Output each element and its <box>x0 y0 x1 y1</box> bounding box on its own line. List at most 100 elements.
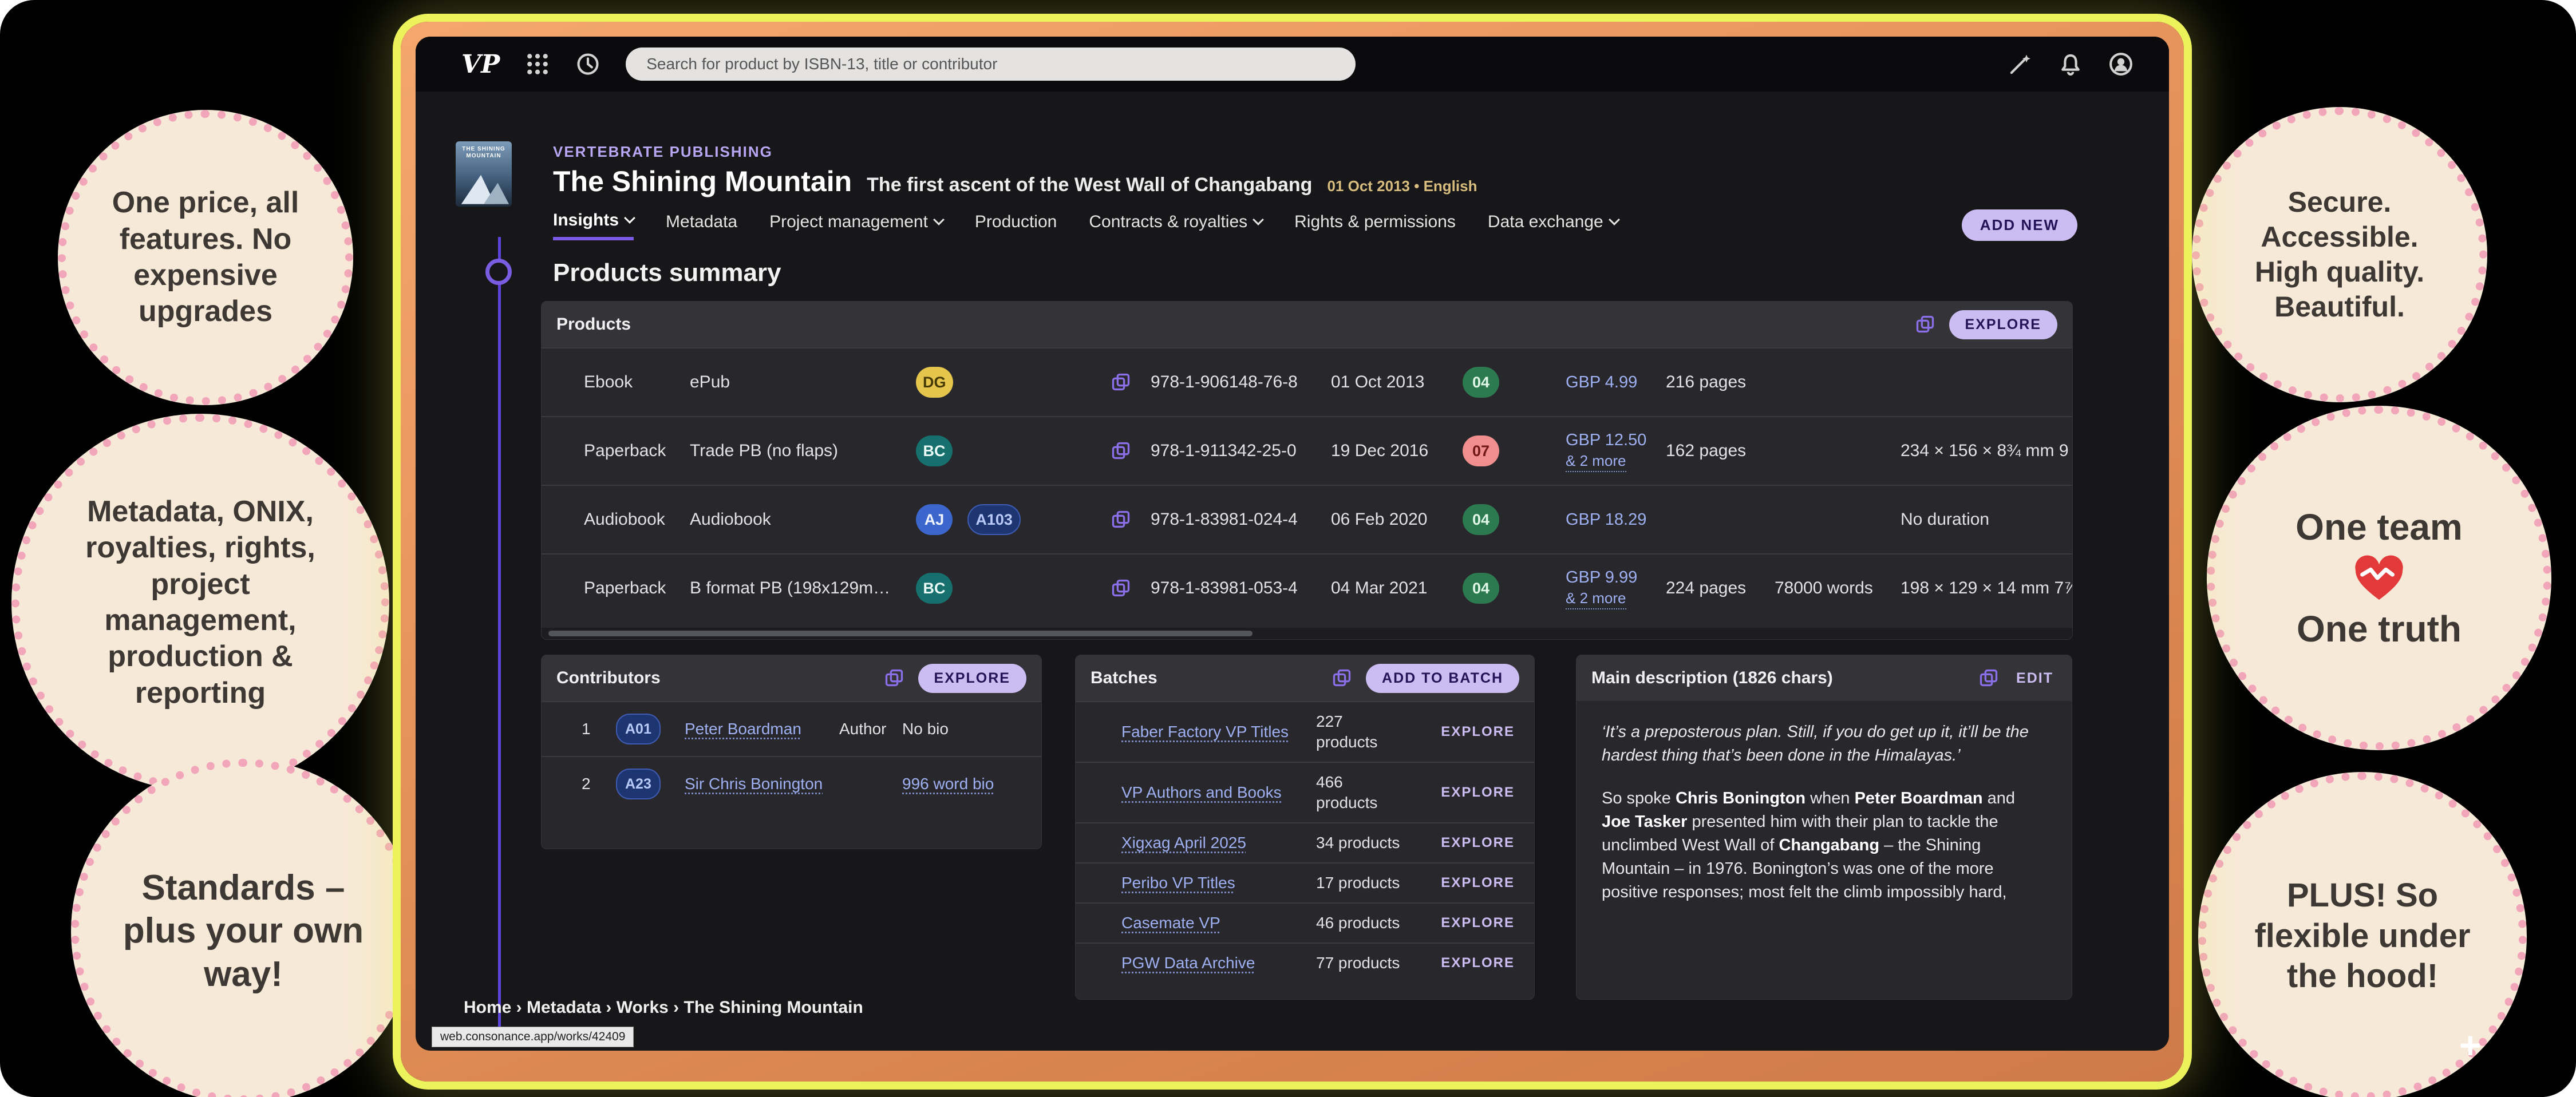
product-row[interactable]: Ebook ePub DG 978-1-906148-76-8 01 Oct 2… <box>542 347 2072 416</box>
breadcrumb[interactable]: Home › Metadata › Works › The Shining Mo… <box>464 998 863 1017</box>
product-words: 78000 words <box>1775 579 1901 598</box>
products-card: Products EXPLORE Ebook ePub DG 978-1-906… <box>541 301 2073 640</box>
batch-name-link[interactable]: Casemate VP <box>1121 913 1310 933</box>
app-grid-icon[interactable] <box>525 52 550 77</box>
contributor-bio: No bio <box>902 718 1030 740</box>
chevron-down-icon <box>1253 214 1264 225</box>
tab-insights[interactable]: Insights <box>553 211 634 240</box>
account-icon[interactable] <box>2108 52 2134 77</box>
tab-rights-permissions[interactable]: Rights & permissions <box>1294 212 1456 239</box>
laptop-frame: VP THE SHINING MOUNTAIN VERTEBRATE PUBLI… <box>401 22 2184 1082</box>
contributor-name-link[interactable]: Peter Boardman <box>685 718 839 740</box>
copy-icon[interactable] <box>1915 314 1935 335</box>
horizontal-scrollbar[interactable] <box>542 628 2072 639</box>
batch-count: 466 products <box>1316 772 1402 813</box>
product-status-badge: 04 <box>1463 367 1499 398</box>
marketing-bubble-pricing: One price, all features. No expensive up… <box>58 110 353 405</box>
tab-production[interactable]: Production <box>975 212 1057 239</box>
product-price-link[interactable]: GBP 9.99& 2 more <box>1566 567 1666 609</box>
batch-name-link[interactable]: PGW Data Archive <box>1121 953 1310 973</box>
product-duration: No duration <box>1901 510 2072 529</box>
marketing-text: One price, all features. No expensive up… <box>97 185 314 330</box>
batch-explore-button[interactable]: EXPLORE <box>1408 953 1515 973</box>
link-preview-tooltip: web.consonance.app/works/42409 <box>432 1027 634 1047</box>
batch-explore-button[interactable]: EXPLORE <box>1408 913 1515 933</box>
marketing-text: Secure. Accessible. High quality. Beauti… <box>2231 185 2448 324</box>
batch-count: 227 products <box>1316 711 1402 753</box>
product-code-badge: DG <box>916 367 953 398</box>
copy-isbn-icon[interactable] <box>1111 578 1131 599</box>
work-title-row: The Shining Mountain The first ascent of… <box>553 165 2070 198</box>
description-card-header: Main description (1826 chars) EDIT <box>1577 655 2072 701</box>
product-row[interactable]: Paperback Trade PB (no flaps) BC 978-1-9… <box>542 416 2072 485</box>
copy-icon[interactable] <box>1978 668 1999 688</box>
product-pub-date: 19 Dec 2016 <box>1331 441 1463 461</box>
product-pub-date: 01 Oct 2013 <box>1331 373 1463 392</box>
batch-name-link[interactable]: Xigxag April 2025 <box>1121 833 1310 853</box>
batch-explore-button[interactable]: EXPLORE <box>1408 873 1515 893</box>
batches-card-header: Batches ADD TO BATCH <box>1076 655 1534 701</box>
chevron-down-icon <box>624 212 635 224</box>
tab-metadata[interactable]: Metadata <box>666 212 737 239</box>
chevron-down-icon <box>1609 214 1620 225</box>
copy-isbn-icon[interactable] <box>1111 441 1131 461</box>
batch-row: Peribo VP Titles 17 products EXPLORE <box>1076 862 1534 902</box>
search-input[interactable] <box>626 47 1356 81</box>
description-quote: ‘It’s a preposterous plan. Still, if you… <box>1602 720 2046 767</box>
batch-explore-button[interactable]: EXPLORE <box>1408 782 1515 803</box>
copy-icon[interactable] <box>884 668 904 688</box>
contributors-explore-button[interactable]: EXPLORE <box>918 664 1026 693</box>
copy-isbn-icon[interactable] <box>1111 509 1131 530</box>
tab-data-exchange[interactable]: Data exchange <box>1488 212 1618 239</box>
notifications-bell-icon[interactable] <box>2058 52 2083 77</box>
work-title: The Shining Mountain <box>553 165 852 198</box>
app-screen: VP THE SHINING MOUNTAIN VERTEBRATE PUBLI… <box>416 37 2169 1051</box>
scrollbar-thumb[interactable] <box>548 631 1253 636</box>
product-price-link[interactable]: GBP 4.99 <box>1566 372 1666 393</box>
add-new-button[interactable]: ADD NEW <box>1962 209 2077 241</box>
description-body: ‘It’s a preposterous plan. Still, if you… <box>1577 701 2072 940</box>
product-code-badge: BC <box>916 573 953 604</box>
products-card-header: Products EXPLORE <box>542 302 2072 347</box>
product-pages: 216 pages <box>1666 373 1775 392</box>
batch-row: Xigxag April 2025 34 products EXPLORE <box>1076 822 1534 862</box>
products-explore-button[interactable]: EXPLORE <box>1949 310 2057 339</box>
marketing-text: Metadata, ONIX, royalties, rights, proje… <box>51 494 350 712</box>
batch-count: 77 products <box>1316 953 1402 973</box>
copy-icon[interactable] <box>1332 668 1352 688</box>
tab-contracts-royalties[interactable]: Contracts & royalties <box>1089 212 1262 239</box>
history-icon[interactable] <box>575 52 600 77</box>
batch-name-link[interactable]: Faber Factory VP Titles <box>1121 722 1310 742</box>
timeline-line <box>498 237 501 1033</box>
product-price-link[interactable]: GBP 12.50& 2 more <box>1566 430 1666 472</box>
product-status: 04 <box>1463 504 1566 535</box>
batch-name-link[interactable]: Peribo VP Titles <box>1121 873 1310 893</box>
batch-name-link[interactable]: VP Authors and Books <box>1121 782 1310 803</box>
contributor-row[interactable]: 1 A01 Peter Boardman Author No bio <box>542 701 1041 756</box>
mountain-art <box>456 168 512 207</box>
contributor-name-link[interactable]: Sir Chris Bonington <box>685 773 839 795</box>
product-format: Audiobook <box>690 510 916 529</box>
batch-row: PGW Data Archive 77 products EXPLORE <box>1076 942 1534 983</box>
add-to-batch-button[interactable]: ADD TO BATCH <box>1366 664 1519 693</box>
product-format: B format PB (198x129m… <box>690 579 916 598</box>
product-price-link[interactable]: GBP 18.29 <box>1566 509 1666 530</box>
plus-mark: + <box>2459 1023 2482 1067</box>
chevron-down-icon <box>933 214 945 225</box>
batch-row: Casemate VP 46 products EXPLORE <box>1076 902 1534 942</box>
product-row[interactable]: Audiobook Audiobook AJ A103 978-1-83981-… <box>542 485 2072 553</box>
book-cover-thumbnail[interactable]: THE SHINING MOUNTAIN <box>456 141 512 207</box>
product-type: Audiobook <box>584 510 690 529</box>
tab-project-management[interactable]: Project management <box>769 212 943 239</box>
product-row[interactable]: Paperback B format PB (198x129m… BC 978-… <box>542 553 2072 622</box>
magic-wand-icon[interactable] <box>2008 52 2033 77</box>
contributor-row[interactable]: 2 A23 Sir Chris Bonington 996 word bio <box>542 756 1041 811</box>
copy-isbn-icon[interactable] <box>1111 372 1131 393</box>
product-code-badges: BC <box>916 435 1111 466</box>
edit-description-button[interactable]: EDIT <box>2013 670 2057 687</box>
work-subtitle: The first ascent of the West Wall of Cha… <box>867 174 1312 196</box>
batch-explore-button[interactable]: EXPLORE <box>1408 722 1515 742</box>
contributor-bio-link[interactable]: 996 word bio <box>902 773 1030 795</box>
batch-explore-button[interactable]: EXPLORE <box>1408 833 1515 853</box>
marketing-text: One team <box>2296 505 2463 549</box>
